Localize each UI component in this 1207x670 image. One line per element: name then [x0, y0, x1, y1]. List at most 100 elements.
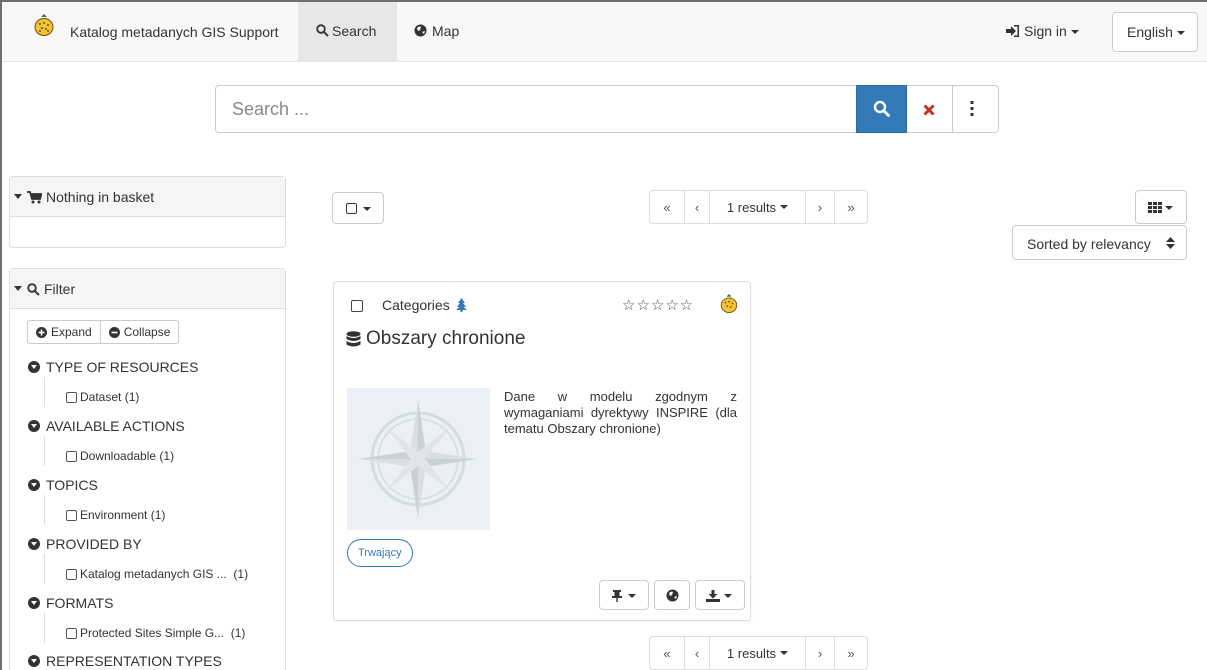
facet-connector [44, 554, 45, 584]
facet-item-format[interactable]: Protected Sites Simple G... (1) [66, 626, 245, 640]
facet-item-label: Dataset [80, 390, 122, 404]
language-dropdown[interactable]: English [1112, 12, 1198, 52]
chevron-down-icon [363, 207, 371, 211]
pagination-top: « ‹ 1 results › » [649, 190, 868, 224]
clear-search-button[interactable] [907, 85, 953, 133]
facet-available-actions[interactable]: AVAILABLE ACTIONS [28, 418, 185, 434]
filter-panel-header[interactable]: Filter [10, 269, 285, 309]
chevron-down-icon [780, 651, 789, 655]
search-icon [27, 283, 40, 296]
tab-search-text: Search [332, 23, 377, 39]
sign-in-icon [1006, 25, 1019, 37]
chevron-down-icon [724, 594, 732, 598]
tab-search[interactable]: Search [298, 2, 397, 62]
result-thumbnail[interactable] [347, 388, 490, 530]
facet-item-label: Protected Sites Simple G... [80, 626, 225, 640]
facet-title: AVAILABLE ACTIONS [46, 418, 185, 434]
grid-view-icon [1148, 202, 1162, 213]
filter-panel: Filter Expand Collapse TYPE OF RESOURCES… [9, 268, 286, 670]
chevron-down-icon [780, 205, 789, 209]
brand-title[interactable]: Katalog metadanych GIS Support [70, 24, 279, 40]
basket-panel-header[interactable]: Nothing in basket [10, 177, 285, 217]
minus-circle-icon [108, 326, 120, 338]
facet-item-count: (1) [150, 508, 166, 522]
categories-link[interactable]: Categories [382, 297, 467, 313]
facet-formats[interactable]: FORMATS [28, 595, 113, 611]
facet-item-label: Katalog metadanych GIS ... [80, 567, 227, 581]
signin-dropdown[interactable]: Sign in [1006, 23, 1079, 39]
chevron-circle-down-icon [28, 479, 40, 491]
chevron-down-icon [1176, 31, 1185, 36]
facet-item-provider[interactable]: Katalog metadanych GIS ... (1) [66, 567, 248, 581]
rating-stars[interactable]: ☆☆☆☆☆ [622, 296, 694, 314]
checkbox[interactable] [66, 391, 77, 403]
results-count-label: 1 results [726, 645, 777, 661]
checkbox[interactable] [66, 627, 77, 639]
globe-icon [666, 589, 679, 602]
facet-representation-types[interactable]: REPRESENTATION TYPES [28, 653, 222, 669]
checkbox[interactable] [66, 509, 77, 521]
search-options-button[interactable] [953, 85, 999, 133]
results-count-dropdown[interactable]: 1 results [709, 191, 805, 223]
last-page-button[interactable]: » [834, 191, 867, 223]
compass-rose-icon [359, 400, 477, 518]
facet-type-of-resources[interactable]: TYPE OF RESOURCES [28, 359, 198, 375]
facet-title: PROVIDED BY [46, 536, 142, 552]
chevron-down-icon [14, 286, 22, 291]
facet-topics[interactable]: TOPICS [28, 477, 98, 493]
download-icon [706, 590, 720, 602]
checkbox[interactable] [66, 568, 77, 580]
select-all-dropdown[interactable] [332, 192, 384, 224]
view-on-map-button[interactable] [654, 580, 690, 610]
plus-circle-icon [36, 326, 47, 338]
view-mode-dropdown[interactable] [1135, 190, 1187, 224]
facet-item-downloadable[interactable]: Downloadable (1) [66, 449, 174, 463]
checkbox[interactable] [66, 450, 77, 462]
search-icon [873, 100, 890, 117]
facet-connector [44, 495, 45, 525]
prev-page-button[interactable]: ‹ [684, 191, 709, 223]
chevron-down-icon [1070, 30, 1079, 35]
tab-map-text: Map [432, 23, 460, 39]
facet-provided-by[interactable]: PROVIDED BY [28, 536, 142, 552]
facet-title: FORMATS [46, 595, 114, 611]
facet-item-dataset[interactable]: Dataset (1) [66, 390, 139, 404]
download-dropdown[interactable] [695, 580, 745, 610]
collapse-button[interactable]: Collapse [99, 321, 179, 343]
tab-map[interactable]: Map [414, 23, 459, 39]
facet-item-label: Environment [80, 508, 148, 522]
search-input[interactable] [215, 85, 856, 133]
pagination-bottom: « ‹ 1 results › » [649, 636, 868, 670]
search-button[interactable] [856, 85, 907, 133]
catalog-logo-icon[interactable] [34, 14, 54, 36]
search-icon [316, 24, 329, 37]
catalog-logo-icon [720, 294, 738, 313]
facet-item-environment[interactable]: Environment (1) [66, 508, 165, 522]
globe-icon [414, 24, 427, 37]
result-select-checkbox[interactable] [351, 300, 363, 312]
close-icon [923, 104, 935, 116]
first-page-button[interactable]: « [650, 191, 684, 223]
sort-label: Sorted by relevancy [1027, 236, 1151, 252]
sort-dropdown[interactable]: Sorted by relevancy [1012, 225, 1187, 260]
first-page-button[interactable]: « [650, 637, 684, 669]
chevron-circle-down-icon [28, 538, 40, 550]
next-page-button[interactable]: › [805, 191, 834, 223]
chevron-circle-down-icon [28, 655, 40, 667]
pin-dropdown[interactable] [599, 580, 649, 610]
results-count-label: 1 results [726, 199, 777, 215]
next-page-button[interactable]: › [805, 637, 834, 669]
facet-connector [44, 436, 45, 466]
result-card: Categories ☆☆☆☆☆ Obszary chronione Dane … [333, 281, 751, 621]
chevron-down-icon [14, 194, 22, 199]
result-title[interactable]: Obszary chronione [346, 328, 525, 350]
last-page-button[interactable]: » [834, 637, 867, 669]
facet-title: TOPICS [46, 477, 98, 493]
top-navbar: Katalog metadanych GIS Support Search Ma… [2, 2, 1207, 62]
chevron-down-icon [1165, 206, 1173, 210]
expand-button[interactable]: Expand [28, 321, 100, 343]
prev-page-button[interactable]: ‹ [684, 637, 709, 669]
pin-icon [612, 590, 622, 602]
results-count-dropdown[interactable]: 1 results [709, 637, 805, 669]
more-vertical-icon [970, 101, 974, 116]
